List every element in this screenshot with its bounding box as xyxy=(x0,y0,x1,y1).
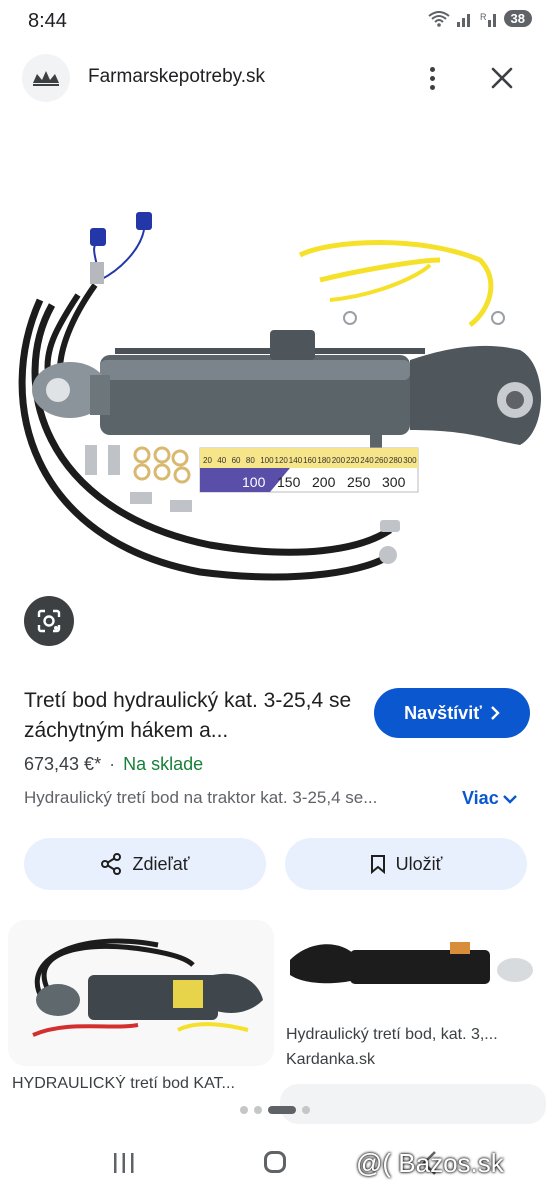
scale-tick-label: 260 xyxy=(375,456,389,465)
more-button[interactable]: Viac xyxy=(462,788,517,809)
scale-value-label: 200 xyxy=(312,474,336,490)
page-dot xyxy=(254,1106,262,1114)
recent-apps-icon[interactable] xyxy=(112,1152,136,1174)
site-name[interactable]: Farmarskepotreby.sk xyxy=(88,66,265,88)
related-caption[interactable]: HYDRAULICKÝ tretí bod KAT... xyxy=(12,1075,268,1093)
product-title[interactable]: Tretí bod hydraulický kat. 3-25,4 se zác… xyxy=(24,686,354,746)
svg-text:R: R xyxy=(480,12,487,22)
page-indicator xyxy=(240,1106,310,1114)
product-description: Hydraulický tretí bod na traktor kat. 3-… xyxy=(24,788,378,807)
scale-tick-label: 160 xyxy=(303,456,317,465)
separator: · xyxy=(109,754,116,774)
scale-tick-label: 100 xyxy=(260,456,274,465)
save-label: Uložiť xyxy=(395,853,443,874)
share-button[interactable]: Zdieľať xyxy=(24,838,266,890)
more-vert-icon[interactable] xyxy=(420,60,444,96)
bookmark-icon xyxy=(370,855,385,874)
page-dot xyxy=(240,1106,248,1114)
close-icon[interactable] xyxy=(486,62,518,94)
scale-value-label: 300 xyxy=(382,474,406,490)
battery-indicator: 38 xyxy=(503,10,532,27)
related-caption[interactable]: Hydraulický tretí bod, kat. 3,... xyxy=(286,1026,542,1044)
lens-search-button[interactable] xyxy=(24,596,74,646)
related-card[interactable] xyxy=(280,1084,546,1124)
visit-label: Navštíviť xyxy=(404,702,482,723)
related-image xyxy=(280,920,546,1018)
scale-tick-label: 20 xyxy=(203,456,212,465)
more-label: Viac xyxy=(462,788,499,808)
scale-tick-label: 300 xyxy=(403,456,417,465)
scale-value-label: 250 xyxy=(347,474,371,490)
status-time: 8:44 xyxy=(28,10,67,32)
product-image[interactable]: 20 40 60 80 100 120 140 160 180 200 220 240 260 280 30… xyxy=(0,200,554,590)
related-source[interactable]: Kardanka.sk xyxy=(286,1051,375,1069)
scale-tick-label: 40 xyxy=(217,456,226,465)
scale-tick-label: 60 xyxy=(232,456,241,465)
chevron-right-icon xyxy=(490,706,500,720)
scale-tick-label: 280 xyxy=(389,456,403,465)
share-label: Zdieľať xyxy=(132,853,190,874)
wifi-icon xyxy=(427,10,450,27)
scale-tick-label: 180 xyxy=(317,456,331,465)
scale-tick-label: 140 xyxy=(289,456,303,465)
price-row: 673,43 €* · Na sklade xyxy=(24,754,203,775)
scale-tick-label: 80 xyxy=(246,456,255,465)
page-dot-active xyxy=(268,1106,296,1114)
share-icon xyxy=(101,853,122,875)
visit-button[interactable]: Navštíviť xyxy=(374,688,530,738)
product-price: 673,43 €* xyxy=(24,754,102,774)
scale-value-label: 100 xyxy=(242,474,266,490)
lens-icon xyxy=(37,609,61,633)
related-card[interactable] xyxy=(280,920,546,1018)
watermark: @( Bazos.sk xyxy=(356,1148,504,1178)
scale-tick-label: 240 xyxy=(360,456,374,465)
signal-icon xyxy=(456,13,470,27)
save-button[interactable]: Uložiť xyxy=(285,838,527,890)
related-card[interactable] xyxy=(8,920,274,1066)
signal-roaming-icon: R xyxy=(480,12,496,27)
related-image xyxy=(8,920,274,1066)
chevron-down-icon xyxy=(502,794,517,804)
site-logo[interactable] xyxy=(22,54,70,102)
crown-logo-icon xyxy=(33,71,59,86)
page-dot xyxy=(302,1106,310,1114)
status-icons: R 38 xyxy=(427,10,532,27)
home-icon[interactable] xyxy=(264,1151,286,1173)
scale-value-label: 150 xyxy=(277,474,301,490)
scale-tick-label: 220 xyxy=(346,456,360,465)
scale-tick-label: 200 xyxy=(332,456,346,465)
stock-status: Na sklade xyxy=(123,754,204,774)
scale-tick-label: 120 xyxy=(275,456,289,465)
